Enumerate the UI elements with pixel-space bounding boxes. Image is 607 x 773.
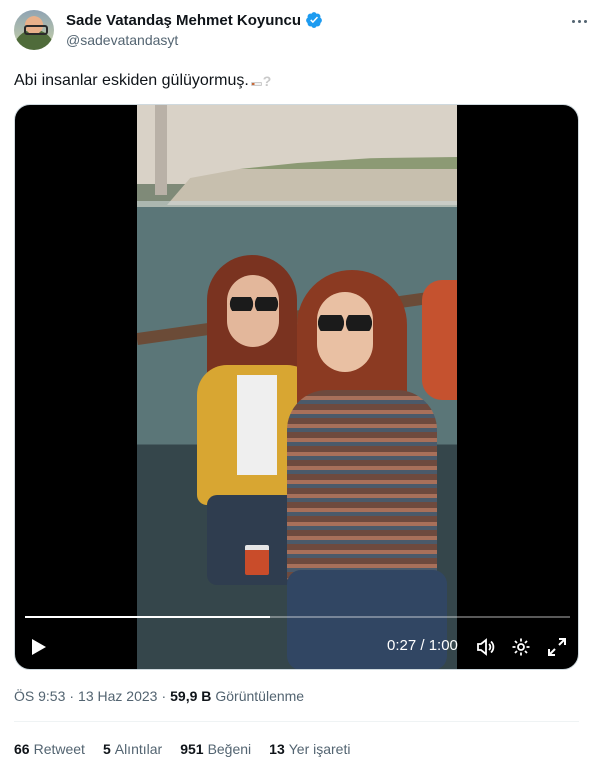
meta-separator: · <box>161 688 167 704</box>
tweet-time[interactable]: ÖS 9:53 <box>14 688 65 704</box>
meta-separator: · <box>69 688 75 704</box>
fullscreen-icon[interactable] <box>547 637 567 657</box>
stat-quotes[interactable]: 5 Alıntılar <box>103 741 162 757</box>
stat-likes[interactable]: 951 Beğeni <box>180 741 251 757</box>
video-frame <box>137 105 457 669</box>
views-count: 59,9 B <box>170 688 212 704</box>
white-question-mark-emoji: ? <box>262 73 272 89</box>
views-label: Görüntülenme <box>215 688 305 704</box>
video-scene-wake <box>137 201 457 207</box>
video-time: 0:27 / 1:00 <box>387 637 458 654</box>
stat-label: Alıntılar <box>114 741 163 757</box>
settings-icon[interactable] <box>511 637 531 657</box>
stat-bookmarks[interactable]: 13 Yer işareti <box>269 741 350 757</box>
stat-retweets[interactable]: 66 Retweet <box>14 741 85 757</box>
video-scene-cup <box>245 545 269 575</box>
video-progress-fill <box>25 616 271 618</box>
video-scene-tower <box>155 105 167 195</box>
stat-label: Beğeni <box>207 741 252 757</box>
video-scene-woman-right <box>287 270 447 669</box>
stat-count: 13 <box>269 741 285 757</box>
volume-icon[interactable] <box>475 637 495 657</box>
video-scene-city <box>167 157 457 205</box>
name-row: Sade Vatandaş Mehmet Koyuncu <box>66 11 323 29</box>
user-avatar[interactable] <box>14 10 54 50</box>
stat-count: 66 <box>14 741 30 757</box>
cigarette-emoji <box>250 82 262 86</box>
display-name[interactable]: Sade Vatandaş Mehmet Koyuncu <box>66 12 301 29</box>
user-handle[interactable]: @sadevatandasyt <box>66 32 178 48</box>
tweet-header: Sade Vatandaş Mehmet Koyuncu @sadevatand… <box>14 10 594 54</box>
stat-label: Retweet <box>33 741 85 757</box>
tweet-emoji: ? <box>250 73 272 89</box>
divider <box>14 721 579 722</box>
stat-count: 951 <box>180 741 204 757</box>
tweet-meta: ÖS 9:53 · 13 Haz 2023 · 59,9 B Görüntüle… <box>14 688 304 704</box>
more-horizontal-icon[interactable] <box>564 10 594 32</box>
stat-label: Yer işareti <box>288 741 351 757</box>
tweet-text: Abi insanlar eskiden gülüyormuş. ? <box>14 72 271 90</box>
video-player[interactable]: 0:27 / 1:00 <box>14 104 579 670</box>
play-icon[interactable] <box>29 637 49 657</box>
tweet-text-body: Abi insanlar eskiden gülüyormuş. <box>14 72 249 89</box>
tweet-date[interactable]: 13 Haz 2023 <box>78 688 157 704</box>
tweet-stats: 66 Retweet 5 Alıntılar 951 Beğeni 13 Yer… <box>14 741 350 757</box>
verified-badge-icon <box>306 12 322 28</box>
video-progress-bar[interactable] <box>25 616 570 618</box>
stat-count: 5 <box>102 741 111 757</box>
